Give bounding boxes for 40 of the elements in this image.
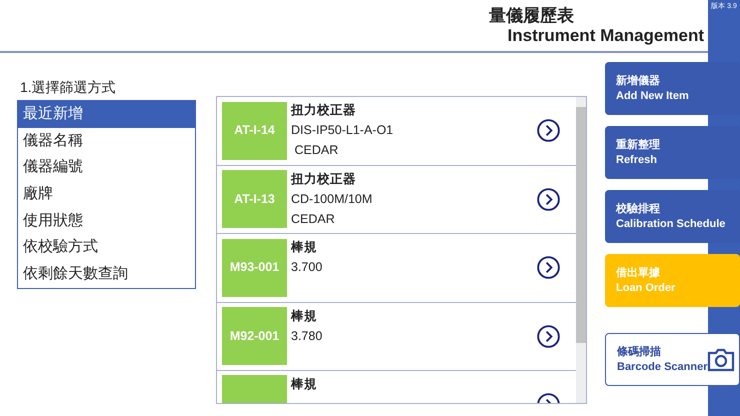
instrument-detail: CD-100M/10M xyxy=(291,190,374,208)
filter-option[interactable]: 儀器名稱 xyxy=(18,128,195,154)
title-chinese: 量儀履歷表 xyxy=(488,5,575,26)
title-english: Instrument Management xyxy=(506,26,704,46)
instrument-name: 棒規 xyxy=(291,308,318,324)
chevron-circle-icon[interactable] xyxy=(537,324,560,348)
instrument-name: 棒規 xyxy=(291,239,318,256)
instrument-detail: 3.780 xyxy=(291,328,324,344)
action-button[interactable]: 新增儀器 Add New Item xyxy=(605,62,740,115)
instrument-code: M93-001 xyxy=(222,238,287,297)
filter-option[interactable]: 廠牌 xyxy=(18,181,195,208)
instrument-row[interactable]: AT-I-14 扭力校正器 DIS-IP50-L1-A-O1 CEDAR xyxy=(217,97,576,166)
instrument-detail: CEDAR xyxy=(293,142,340,159)
action-button[interactable]: 校驗排程 Calibration Schedule xyxy=(605,190,740,243)
instrument-name: 棒規 xyxy=(291,376,318,393)
scrollbar[interactable] xyxy=(576,97,586,403)
instrument-name: 扭力校正器 xyxy=(291,102,357,119)
filter-option[interactable]: 依剩餘天數查詢 xyxy=(18,261,195,288)
instrument-code: AT-I-14 xyxy=(222,102,287,160)
filter-label: 1.選擇篩選方式 xyxy=(20,78,117,97)
instrument-detail: CEDAR xyxy=(291,210,336,228)
filter-option[interactable]: 使用狀態 xyxy=(18,208,195,234)
chevron-circle-icon[interactable] xyxy=(537,119,560,142)
action-button[interactable]: 條碼掃描 Barcode Scanner xyxy=(605,333,740,386)
instrument-row[interactable]: 棒規 xyxy=(217,371,576,403)
camera-icon xyxy=(707,348,736,372)
instrument-row[interactable]: AT-I-13 扭力校正器 CD-100M/10M CEDAR xyxy=(217,166,576,234)
chevron-circle-icon[interactable] xyxy=(537,256,560,280)
instrument-code: M92-001 xyxy=(222,307,287,366)
chevron-circle-icon[interactable] xyxy=(537,188,560,211)
instrument-detail: DIS-IP50-L1-A-O1 xyxy=(291,122,394,139)
instrument-row[interactable]: M92-001 棒規 3.780 xyxy=(217,302,576,371)
instrument-code: AT-I-13 xyxy=(222,170,287,228)
action-button[interactable]: 重新整理 Refresh xyxy=(605,126,740,179)
instrument-row[interactable]: M93-001 棒規 3.700 xyxy=(217,234,576,302)
filter-option[interactable]: 儀器編號 xyxy=(18,154,195,182)
filter-option[interactable]: 依校驗方式 xyxy=(18,234,195,262)
instrument-name: 扭力校正器 xyxy=(291,170,357,188)
filter-option[interactable]: 最近新增 xyxy=(18,101,195,128)
instrument-detail: 3.700 xyxy=(291,259,324,276)
